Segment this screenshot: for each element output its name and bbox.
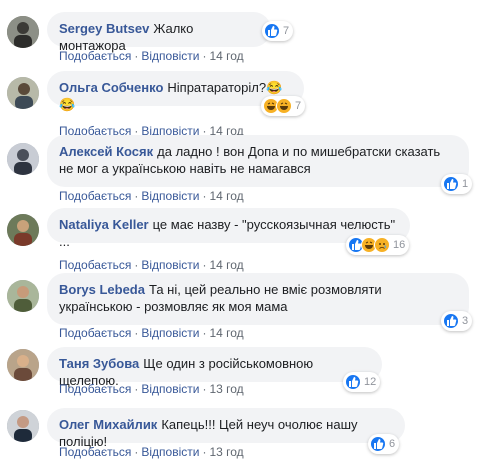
separator: · [202,49,207,63]
like-icon [443,176,459,192]
avatar[interactable] [7,77,39,109]
comment-bubble: Таня Зубова Ще один з російськомовною щел… [47,347,382,388]
like-icon [345,374,361,390]
separator: · [202,258,207,272]
reactions-summary[interactable]: 16 [346,235,410,255]
reply-link[interactable]: Відповісти [141,326,199,340]
haha-icon [276,98,292,114]
reactions-summary[interactable]: 12 [343,372,381,392]
avatar[interactable] [7,280,39,312]
reply-link[interactable]: Відповісти [141,382,199,396]
comment-actions: Подобається · Відповісти · 14 год [59,326,244,340]
separator: · [134,445,139,459]
reactions-summary[interactable]: 7 [262,21,294,41]
like-link[interactable]: Подобається [59,258,131,272]
like-icon [370,436,386,452]
comment-author[interactable]: Таня Зубова [59,356,139,371]
comment-author[interactable]: Nataliya Keller [59,217,149,232]
timestamp[interactable]: 13 год [209,382,243,396]
separator: · [202,326,207,340]
separator: · [134,189,139,203]
comment-bubble: Алексей Косяк да ладно ! вон Допа и по ми… [47,135,469,187]
comment-actions: Подобається · Відповісти · 14 год [59,49,244,63]
separator: · [134,326,139,340]
avatar[interactable] [7,16,39,48]
avatar[interactable] [7,410,39,442]
comment-actions: Подобається · Відповісти · 13 год [59,382,244,396]
like-link[interactable]: Подобається [59,382,131,396]
separator: · [202,189,207,203]
comment-author[interactable]: Sergey Butsev [59,21,149,36]
reactions-summary[interactable]: 7 [261,96,306,116]
reactions-summary[interactable]: 1 [441,174,473,194]
timestamp[interactable]: 14 год [209,49,243,63]
reply-link[interactable]: Відповісти [141,189,199,203]
like-link[interactable]: Подобається [59,326,131,340]
reply-link[interactable]: Відповісти [141,49,199,63]
timestamp[interactable]: 13 год [209,445,243,459]
reply-link[interactable]: Відповісти [141,445,199,459]
like-icon [443,313,459,329]
timestamp[interactable]: 14 год [209,326,243,340]
comment-author[interactable]: Borys Lebeda [59,282,145,297]
comment-bubble: Borys Lebeda Та ні, цей реально не вміє р… [47,273,469,325]
reaction-count: 12 [364,376,377,388]
avatar[interactable] [7,349,39,381]
reaction-count: 16 [393,239,406,251]
separator: · [134,258,139,272]
separator: · [134,382,139,396]
comment-actions: Подобається · Відповісти · 13 год [59,445,244,459]
avatar[interactable] [7,214,39,246]
like-link[interactable]: Подобається [59,49,131,63]
sad-icon [374,237,390,253]
like-link[interactable]: Подобається [59,189,131,203]
timestamp[interactable]: 14 год [209,189,243,203]
comment-bubble: Sergey Butsev Жалко монтажора [47,12,271,53]
comment-bubble: Олег Михайлик Капець!!! Цей неуч очолює н… [47,408,405,449]
comment-author[interactable]: Ольга Собченко [59,80,163,95]
reactions-summary[interactable]: 6 [368,434,400,454]
separator: · [134,49,139,63]
comment-author[interactable]: Алексей Косяк [59,144,153,159]
reply-link[interactable]: Відповісти [141,258,199,272]
avatar[interactable] [7,143,39,175]
comment-author[interactable]: Олег Михайлик [59,417,157,432]
like-icon [264,23,280,39]
comment-actions: Подобається · Відповісти · 14 год [59,189,244,203]
reaction-count: 7 [295,100,302,112]
reaction-count: 3 [462,315,469,327]
like-link[interactable]: Подобається [59,445,131,459]
separator: · [202,445,207,459]
comment-actions: Подобається · Відповісти · 14 год [59,258,244,272]
separator: · [202,382,207,396]
reaction-count: 6 [389,438,396,450]
timestamp[interactable]: 14 год [209,258,243,272]
reactions-summary[interactable]: 3 [441,311,473,331]
reaction-count: 1 [462,178,469,190]
reaction-count: 7 [283,25,290,37]
